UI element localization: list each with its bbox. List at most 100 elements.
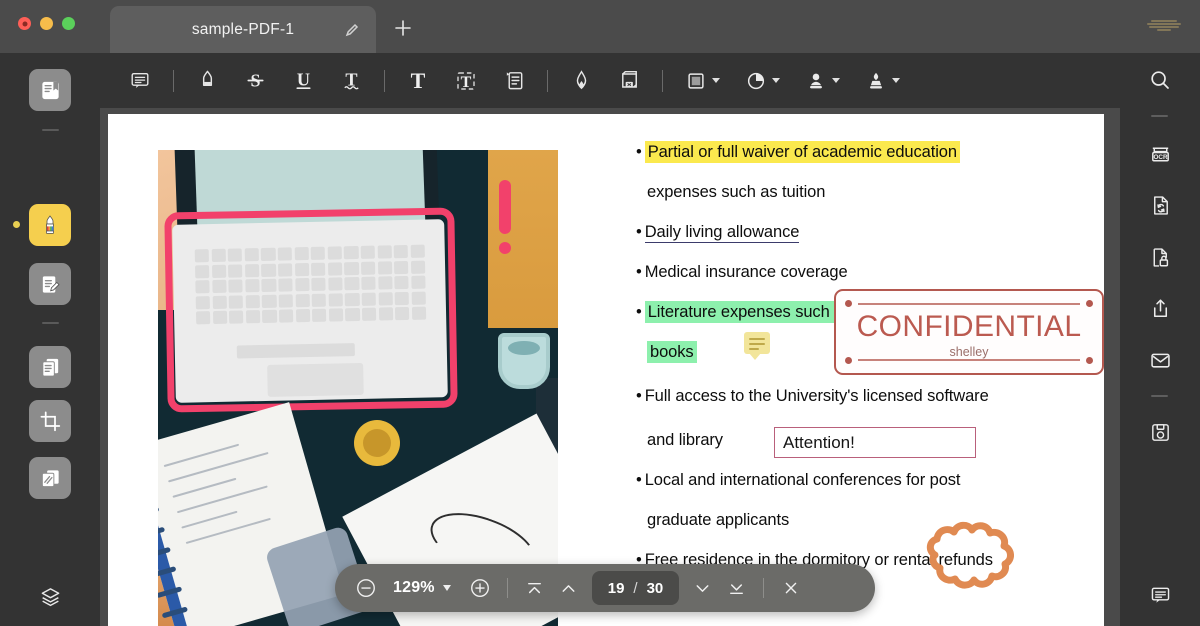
stamp-handle-top-left[interactable] (845, 300, 852, 307)
document-tab[interactable]: sample-PDF-1 (110, 6, 376, 53)
stamp-bottom-rule (858, 359, 1080, 361)
sidebar-item-convert[interactable] (1139, 184, 1181, 226)
text-line: •Local and international conferences for… (636, 460, 1056, 500)
toolbar-sticky-note-button[interactable] (490, 59, 538, 103)
zoom-in-button[interactable] (463, 571, 497, 605)
toolbar-eraser-button[interactable] (605, 59, 653, 103)
toolbar-shapes-button[interactable] (672, 59, 732, 103)
close-navigation-button[interactable] (774, 571, 808, 605)
sidebar-item-layers[interactable] (29, 576, 71, 618)
text-line: •Medical insurance coverage (636, 252, 1056, 292)
next-page-button[interactable] (685, 571, 719, 605)
text-line-content[interactable]: Daily living allowance (645, 223, 800, 243)
annotation-toolbar: S U T (100, 53, 1120, 108)
bold-t-icon: T (406, 69, 430, 93)
minimize-window-button[interactable] (40, 17, 53, 30)
photo-yellow-cup (354, 420, 400, 466)
page-indicator[interactable]: 19 / 30 (592, 571, 680, 605)
strikethrough-s-icon: S (244, 69, 267, 92)
toolbar-stickers-button[interactable] (732, 59, 792, 103)
sidebar-item-search[interactable] (1139, 59, 1181, 101)
stamp-handle-top-right[interactable] (1086, 300, 1093, 307)
sidebar-item-protect[interactable] (1139, 236, 1181, 278)
maximize-window-button[interactable] (62, 17, 75, 30)
toolbar-comment-button[interactable] (116, 59, 164, 103)
chevron-down-icon[interactable] (832, 78, 840, 83)
markup-exclamation-dot[interactable] (499, 242, 511, 254)
underline-u-icon: U (292, 69, 315, 92)
sidebar-item-highlighter[interactable] (29, 204, 71, 246)
markup-red-rectangle[interactable] (164, 207, 457, 412)
zoom-level-label[interactable]: 129% (393, 579, 435, 597)
toolbar-underline-button[interactable]: U (279, 59, 327, 103)
toolbar-divider-3 (547, 70, 548, 92)
toolbar-text-button[interactable]: T (394, 59, 442, 103)
crop-icon (39, 410, 62, 433)
floppy-disk-icon (1149, 421, 1172, 444)
zoom-out-button[interactable] (349, 571, 383, 605)
document-canvas[interactable]: •Partial or full waiver of academic educ… (100, 108, 1120, 626)
sidebar-item-save[interactable] (1139, 411, 1181, 453)
toolbar-text-box-button[interactable]: T (442, 59, 490, 103)
marker-pen-icon (196, 69, 219, 92)
sidebar-item-crop[interactable] (29, 400, 71, 442)
envelope-icon (1149, 349, 1172, 372)
note-edit-icon (39, 273, 62, 296)
chevron-down-icon[interactable] (443, 585, 451, 591)
sidebar-item-share[interactable] (1139, 287, 1181, 329)
person-stamp-icon (805, 70, 827, 92)
close-window-button[interactable] (18, 17, 31, 30)
sidebar-item-annotate[interactable] (29, 263, 71, 305)
window-controls (18, 17, 75, 30)
toolbar-highlight-button[interactable] (183, 59, 231, 103)
toolbar-pen-button[interactable] (557, 59, 605, 103)
confidential-stamp[interactable]: CONFIDENTIAL shelley (834, 289, 1104, 375)
right-sidebar: OCR (1120, 53, 1200, 626)
cloud-markup[interactable] (913, 509, 1037, 599)
duplicate-pages-icon (39, 467, 62, 490)
first-page-icon (524, 578, 545, 599)
bullet-glyph: • (636, 303, 642, 321)
toolbar-stamp-button[interactable] (852, 59, 912, 103)
sidebar-item-email[interactable] (1139, 339, 1181, 381)
note-line (749, 348, 759, 350)
pencil-icon[interactable] (344, 22, 360, 38)
sticky-note-marker[interactable] (744, 332, 770, 354)
attention-text-box[interactable]: Attention! (774, 427, 976, 458)
first-page-button[interactable] (518, 571, 552, 605)
last-page-button[interactable] (719, 571, 753, 605)
svg-text:U: U (296, 69, 309, 89)
sidebar-item-comments-panel[interactable] (1139, 574, 1181, 616)
text-line-content: and library (647, 431, 723, 449)
stamp-top-rule (858, 303, 1080, 305)
toolbar-signature-button[interactable] (792, 59, 852, 103)
markup-exclamation-bar[interactable] (499, 180, 511, 234)
title-bar: sample-PDF-1 (0, 0, 1200, 53)
chevron-down-icon[interactable] (772, 78, 780, 83)
current-page-value[interactable]: 19 (608, 580, 625, 597)
photo-handwriting (164, 432, 306, 557)
bullet-glyph: • (636, 387, 642, 405)
prev-page-icon (558, 578, 579, 599)
text-line-content: graduate applicants (647, 511, 789, 529)
chevron-down-icon[interactable] (892, 78, 900, 83)
pdf-page[interactable]: •Partial or full waiver of academic educ… (108, 114, 1104, 626)
sidebar-item-organize-pages[interactable] (29, 346, 71, 388)
toolbar-squiggly-button[interactable]: T (327, 59, 375, 103)
text-line: •Partial or full waiver of academic educ… (636, 132, 1056, 172)
previous-page-button[interactable] (552, 571, 586, 605)
right-divider-2 (1151, 395, 1168, 397)
eraser-icon (618, 69, 641, 92)
sidebar-item-ocr[interactable]: OCR (1139, 133, 1181, 175)
sidebar-item-reader-view[interactable] (29, 69, 71, 111)
sidebar-divider-2 (42, 322, 59, 324)
chevron-down-icon[interactable] (712, 78, 720, 83)
sidebar-item-compare[interactable] (29, 457, 71, 499)
new-tab-button[interactable] (392, 17, 414, 39)
toolbar-strikethrough-button[interactable]: S (231, 59, 279, 103)
note-line (749, 338, 765, 340)
speech-bubble-icon (129, 70, 151, 92)
embedded-photo[interactable] (158, 150, 558, 626)
plus-circle-icon (469, 577, 491, 599)
window-decoration (1136, 4, 1192, 46)
